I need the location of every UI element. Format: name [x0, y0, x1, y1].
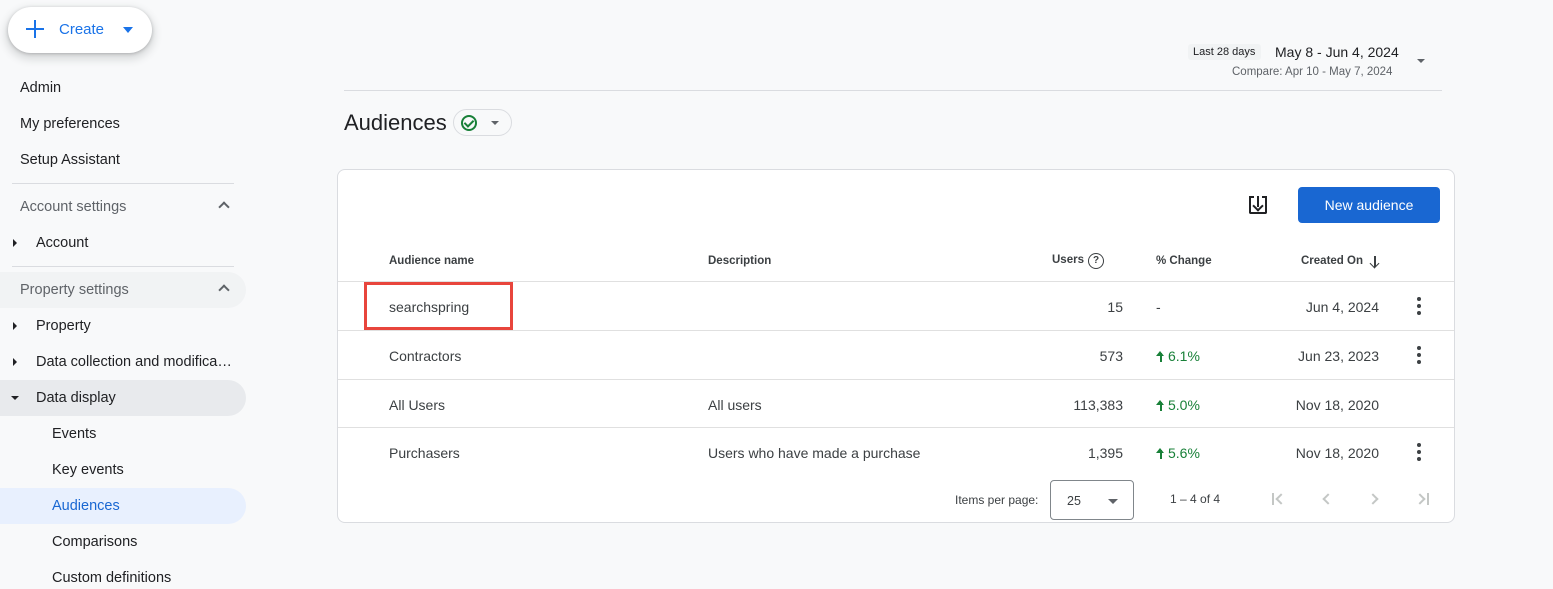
more-vert-icon[interactable]	[1416, 443, 1422, 461]
audience-created: Jun 23, 2023	[1298, 348, 1379, 364]
date-compare-text: Compare: Apr 10 - May 7, 2024	[1232, 66, 1393, 78]
audience-description: Users who have made a purchase	[708, 445, 921, 461]
nav-comparisons[interactable]: Comparisons	[0, 524, 246, 560]
caret-down-icon	[491, 121, 499, 125]
last-page-icon[interactable]	[1414, 492, 1430, 506]
nav-label: Key events	[52, 462, 124, 478]
caret-down-icon[interactable]	[123, 27, 133, 33]
prev-page-icon[interactable]	[1320, 492, 1334, 506]
nav-property[interactable]: Property	[0, 308, 246, 344]
nav-data-display[interactable]: Data display	[0, 380, 246, 416]
change-value: 5.0%	[1168, 397, 1200, 413]
nav-custom-definitions[interactable]: Custom definitions	[0, 560, 246, 589]
audience-name[interactable]: All Users	[389, 397, 445, 413]
audience-created: Nov 18, 2020	[1295, 397, 1379, 413]
audience-change: 5.6%	[1156, 445, 1200, 461]
table-row[interactable]: Purchasers Users who have made a purchas…	[338, 427, 1454, 476]
help-icon[interactable]: ?	[1088, 253, 1104, 269]
nav-audiences[interactable]: Audiences	[0, 488, 246, 524]
nav-label: Audiences	[52, 498, 120, 514]
audience-users: 15	[1107, 299, 1123, 315]
audience-name[interactable]: searchspring	[389, 299, 469, 315]
divider	[12, 183, 234, 184]
date-range-text: May 8 - Jun 4, 2024	[1275, 44, 1399, 60]
items-per-page-value: 25	[1067, 494, 1081, 508]
audience-users: 113,383	[1073, 397, 1123, 413]
chevron-up-icon	[218, 201, 230, 213]
chevron-up-icon	[218, 284, 230, 296]
column-header-change[interactable]: % Change	[1156, 255, 1212, 267]
column-header-users[interactable]: Users	[1052, 254, 1084, 266]
section-property-settings[interactable]: Property settings	[0, 272, 246, 308]
audience-users: 573	[1099, 348, 1123, 364]
triangle-down-icon	[11, 396, 19, 400]
audience-description: All users	[708, 397, 762, 413]
divider	[12, 266, 234, 267]
nav-label: Account	[36, 235, 89, 251]
date-range-picker[interactable]: Last 28 days May 8 - Jun 4, 2024 Compare…	[1188, 42, 1438, 84]
sidebar: Create Admin My preferences Setup Assist…	[0, 0, 260, 589]
nav-account[interactable]: Account	[0, 225, 246, 261]
arrow-up-icon	[1156, 400, 1165, 411]
pagination-range: 1 – 4 of 4	[1170, 492, 1221, 506]
section-label: Account settings	[20, 199, 127, 215]
create-button[interactable]: Create	[8, 7, 152, 53]
arrow-up-icon	[1156, 351, 1165, 362]
triangle-right-icon	[13, 322, 17, 330]
more-vert-icon[interactable]	[1416, 346, 1422, 364]
change-value: 6.1%	[1168, 348, 1200, 364]
next-page-icon[interactable]	[1367, 492, 1383, 506]
plus-icon	[25, 19, 45, 39]
nav-admin[interactable]: Admin	[20, 80, 61, 96]
audience-created: Jun 4, 2024	[1305, 299, 1379, 315]
audience-change: -	[1156, 299, 1161, 315]
nav-setup-assistant[interactable]: Setup Assistant	[20, 152, 120, 168]
audience-users: 1,395	[1087, 445, 1123, 461]
caret-down-icon	[1108, 499, 1118, 504]
column-header-created[interactable]: Created On	[1301, 255, 1363, 267]
audiences-card: New audience Audience name Description U…	[337, 169, 1455, 523]
audience-change: 5.0%	[1156, 397, 1200, 413]
nav-my-preferences[interactable]: My preferences	[20, 116, 120, 132]
download-icon[interactable]	[1249, 196, 1267, 214]
arrow-up-icon	[1156, 448, 1165, 459]
first-page-icon[interactable]	[1272, 492, 1287, 506]
more-vert-icon[interactable]	[1416, 297, 1422, 315]
audience-name[interactable]: Contractors	[389, 348, 461, 364]
column-header-description[interactable]: Description	[708, 255, 771, 267]
nav-events[interactable]: Events	[0, 416, 246, 452]
nav-label: Custom definitions	[52, 570, 172, 586]
audience-created: Nov 18, 2020	[1295, 445, 1379, 461]
triangle-right-icon	[13, 358, 17, 366]
table-row[interactable]: Contractors 573 6.1% Jun 23, 2023	[338, 330, 1454, 379]
audience-name[interactable]: Purchasers	[389, 445, 460, 461]
nav-data-collection[interactable]: Data collection and modifica…	[0, 344, 246, 380]
table-row[interactable]: searchspring 15 - Jun 4, 2024	[338, 281, 1454, 330]
section-label: Property settings	[20, 282, 129, 298]
create-label: Create	[59, 21, 105, 38]
date-preset-chip: Last 28 days	[1188, 44, 1262, 60]
triangle-right-icon	[13, 239, 17, 247]
nav-label: Comparisons	[52, 534, 138, 550]
column-header-name[interactable]: Audience name	[389, 255, 474, 267]
audience-change: 6.1%	[1156, 348, 1200, 364]
check-circle-icon	[461, 115, 477, 131]
items-per-page-label: Items per page:	[955, 493, 1039, 507]
items-per-page-select[interactable]: 25	[1050, 480, 1134, 520]
change-value: 5.6%	[1168, 445, 1200, 461]
nav-label: Events	[52, 426, 97, 442]
nav-key-events[interactable]: Key events	[0, 452, 246, 488]
nav-label: Data collection and modifica…	[36, 354, 232, 370]
header-divider	[344, 90, 1442, 91]
table-row[interactable]: All Users All users 113,383 5.0% Nov 18,…	[338, 379, 1454, 428]
nav-label: Property	[36, 318, 91, 334]
page-title: Audiences	[344, 110, 447, 135]
new-audience-button[interactable]: New audience	[1298, 187, 1440, 223]
arrow-down-icon[interactable]	[1370, 256, 1380, 268]
nav-label: Data display	[36, 390, 116, 406]
section-account-settings[interactable]: Account settings	[0, 189, 246, 225]
caret-down-icon	[1417, 59, 1425, 63]
status-dropdown[interactable]	[453, 109, 512, 136]
